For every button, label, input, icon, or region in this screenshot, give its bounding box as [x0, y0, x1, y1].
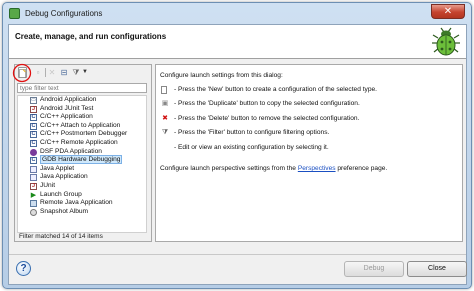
junit-icon: J: [30, 182, 37, 190]
config-toolbar: ▫ ✕ ⊟ ⧩ ▼: [12, 63, 147, 83]
filter-help-text: - Press the 'Filter' button to configure…: [174, 129, 330, 136]
tree-item[interactable]: C C/C++ Postmortem Debugger: [18, 130, 146, 139]
tree-item[interactable]: ▶ Launch Group: [18, 191, 146, 200]
eclipse-bug-icon: [9, 8, 20, 19]
config-type-tree: ▭ Android Application J Android JUnit Te…: [17, 95, 147, 233]
dialog-client: Create, manage, and run configurations ▫…: [8, 24, 467, 285]
tree-item-label: Java Application: [40, 173, 88, 181]
new-help-text: - Press the 'New' button to create a con…: [174, 86, 378, 93]
perspective-suffix: preference page.: [335, 165, 388, 172]
tree-item-label: Launch Group: [40, 190, 82, 198]
tree-item[interactable]: C C/C++ Remote Application: [18, 139, 146, 148]
tree-item[interactable]: ▭ Android Application: [18, 96, 146, 105]
tree-item-label: Snapshot Album: [40, 207, 89, 215]
junit-icon: J: [30, 105, 37, 113]
dialog-window: Debug Configurations ✕ Create, manage, a…: [2, 2, 472, 289]
launch-settings-panel: Configure launch settings from this dial…: [155, 64, 463, 242]
tree-item[interactable]: Java Applet: [18, 165, 146, 174]
c-icon: C: [30, 157, 37, 165]
perspective-text: Configure launch perspective settings fr…: [160, 165, 387, 172]
delete-icon[interactable]: ✕: [47, 67, 57, 78]
tree-item-label: GDB Hardware Debugging: [40, 155, 123, 165]
tree-item-label: C/C++ Postmortem Debugger: [40, 130, 128, 138]
delete-help-text: - Press the 'Delete' button to remove th…: [174, 115, 360, 122]
tree-item[interactable]: J Android JUnit Test: [18, 105, 146, 114]
snapshot-icon: [30, 208, 37, 216]
close-button[interactable]: Close: [407, 261, 467, 277]
tree-item-label: C/C++ Application: [40, 113, 93, 121]
tree-item-label: Remote Java Application: [40, 199, 113, 207]
app-icon: ▭: [30, 97, 37, 104]
remote-icon: [30, 200, 37, 208]
c-icon: C: [30, 131, 37, 139]
config-type-panel: ▫ ✕ ⊟ ⧩ ▼ ▭ Android Application J Androi…: [12, 63, 152, 242]
tree-item-selected[interactable]: C GDB Hardware Debugging: [18, 155, 146, 165]
chevron-down-icon[interactable]: ▼: [80, 67, 90, 78]
button-bar-separator: [9, 254, 466, 255]
edit-help-text: - Edit or view an existing configuration…: [174, 144, 329, 151]
perspective-prefix: Configure launch perspective settings fr…: [160, 165, 298, 172]
filter-input[interactable]: [17, 83, 147, 93]
tree-item[interactable]: C C/C++ Attach to Application: [18, 122, 146, 131]
debug-button[interactable]: Debug: [344, 261, 404, 277]
tree-item-label: DSF PDA Application: [40, 147, 102, 155]
tree-item[interactable]: J JUnit: [18, 182, 146, 191]
filter-status: Filter matched 14 of 14 items: [19, 233, 103, 240]
dsf-icon: [30, 148, 37, 156]
window-close-button[interactable]: ✕: [431, 4, 465, 19]
tree-item-label: C/C++ Remote Application: [40, 138, 118, 146]
duplicate-icon[interactable]: ▫: [33, 67, 43, 78]
tree-item-label: Android JUnit Test: [40, 104, 94, 112]
intro-text: Configure launch settings from this dial…: [160, 72, 283, 79]
help-icon[interactable]: ?: [16, 261, 31, 276]
new-config-icon: [161, 86, 167, 94]
duplicate-icon: ▣: [161, 100, 169, 107]
perspectives-link[interactable]: Perspectives: [298, 165, 336, 172]
highlight-circle: [12, 63, 32, 83]
tree-item-label: Java Applet: [40, 164, 75, 172]
tree-item-label: Android Application: [40, 96, 97, 103]
tree-item-label: JUnit: [40, 181, 56, 189]
c-icon: C: [30, 114, 37, 122]
tree-item[interactable]: Remote Java Application: [18, 199, 146, 208]
c-icon: C: [30, 139, 37, 147]
java-icon: [30, 165, 37, 173]
toolbar-separator: [45, 68, 46, 77]
window-title: Debug Configurations: [25, 9, 103, 18]
title-bar: Debug Configurations ✕: [3, 3, 471, 25]
tree-item-label: C/C++ Attach to Application: [40, 121, 121, 129]
collapse-all-icon[interactable]: ⊟: [59, 67, 69, 78]
java-icon: [30, 174, 37, 182]
banner: Create, manage, and run configurations: [9, 25, 466, 59]
c-icon: C: [30, 122, 37, 130]
run-icon: ▶: [30, 191, 37, 199]
banner-title: Create, manage, and run configurations: [15, 32, 167, 41]
tree-item[interactable]: Java Application: [18, 173, 146, 182]
tree-item[interactable]: C C/C++ Application: [18, 113, 146, 122]
debug-bug-icon: [432, 27, 460, 56]
filter-icon: ⧩: [161, 129, 169, 136]
delete-icon: ✖: [162, 115, 168, 122]
duplicate-help-text: - Press the 'Duplicate' button to copy t…: [174, 100, 360, 107]
tree-item[interactable]: Snapshot Album: [18, 208, 146, 217]
